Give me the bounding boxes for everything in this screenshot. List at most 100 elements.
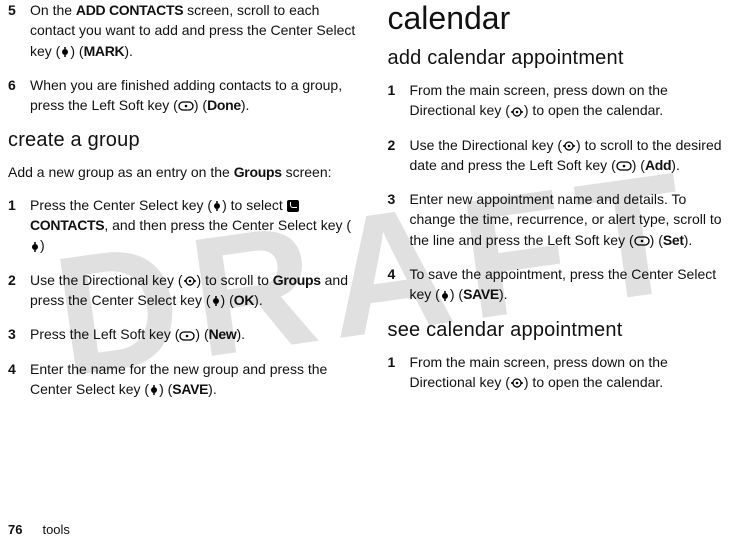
text: screen:	[282, 164, 332, 180]
heading-create-group: create a group	[8, 129, 356, 152]
step-number: 3	[8, 324, 30, 344]
text: Add a new group as an entry on the	[8, 164, 234, 180]
ui-label: New	[209, 326, 237, 342]
center-select-key-icon	[440, 290, 450, 302]
ui-label: Groups	[273, 272, 321, 288]
step-5: 5 On the ADD CONTACTS screen, scroll to …	[8, 0, 356, 61]
directional-key-icon	[510, 106, 524, 118]
page: DRAFT 5 On the ADD CONTACTS screen, scro…	[0, 0, 753, 547]
directional-key-icon	[510, 377, 524, 389]
step-3: 3 Enter new appointment name and details…	[388, 189, 736, 250]
intro-text: Add a new group as an entry on the Group…	[8, 162, 356, 182]
step-number: 4	[8, 359, 30, 400]
text: ) (	[450, 286, 463, 302]
step-6: 6 When you are finished adding contacts …	[8, 75, 356, 116]
ui-label: Groups	[234, 164, 282, 180]
ui-label: OK	[234, 292, 254, 308]
text: ).	[237, 326, 246, 342]
step-2: 2 Use the Directional key ( ) to scroll t…	[8, 270, 356, 311]
soft-key-icon	[178, 101, 194, 111]
step-number: 1	[388, 352, 410, 393]
step-text: From the main screen, press down on the …	[410, 352, 736, 393]
right-column: calendar add calendar appointment 1 From…	[388, 0, 736, 495]
heading-see-appointment: see calendar appointment	[388, 319, 736, 342]
step-1: 1 Press the Center Select key ( ) to sele…	[8, 195, 356, 256]
soft-key-icon	[179, 331, 195, 341]
text: ) (	[70, 43, 83, 59]
directional-key-icon	[562, 140, 576, 152]
contacts-icon	[287, 200, 299, 212]
step-text: Use the Directional key () to scroll to …	[30, 270, 356, 311]
ui-label: Add	[645, 157, 671, 173]
step-text: To save the appointment, press the Cente…	[410, 264, 736, 305]
step-4: 4 To save the appointment, press the Cen…	[388, 264, 736, 305]
ui-label: CONTACTS	[30, 217, 104, 233]
footer-section: tools	[42, 522, 69, 537]
text: Use the Directional key (	[30, 272, 183, 288]
step-text: Use the Directional key () to scroll to …	[410, 135, 736, 176]
step-text: On the ADD CONTACTS screen, scroll to ea…	[30, 0, 356, 61]
step-text: Enter the name for the new group and pre…	[30, 359, 356, 400]
text: ) to open the calendar.	[524, 374, 663, 390]
step-3: 3 Press the Left Soft key ( ) (New).	[8, 324, 356, 344]
heading-add-appointment: add calendar appointment	[388, 47, 736, 70]
text: , and then press the Center Select key (	[104, 217, 351, 233]
ui-label: Done	[207, 97, 241, 113]
step-number: 1	[388, 80, 410, 121]
center-select-key-icon	[149, 384, 159, 396]
page-number: 76	[8, 522, 22, 537]
text: ).	[671, 157, 680, 173]
text: ).	[499, 286, 508, 302]
text: ) (	[195, 326, 208, 342]
ui-label: SAVE	[463, 286, 499, 302]
text: ).	[208, 381, 217, 397]
text: ) (	[632, 157, 645, 173]
footer: 76 tools	[8, 522, 70, 537]
text: On the	[30, 2, 76, 18]
center-select-key-icon	[60, 46, 70, 58]
step-text: When you are finished adding contacts to…	[30, 75, 356, 116]
text: ).	[241, 97, 250, 113]
text: ) to scroll to	[197, 272, 273, 288]
soft-key-icon	[616, 161, 632, 171]
step-number: 1	[8, 195, 30, 256]
step-2: 2 Use the Directional key () to scroll t…	[388, 135, 736, 176]
step-text: Enter new appointment name and details. …	[410, 189, 736, 250]
text: ) (	[159, 381, 172, 397]
text: ) (	[194, 97, 207, 113]
step-number: 4	[388, 264, 410, 305]
ui-label: SAVE	[172, 381, 208, 397]
text: ).	[684, 232, 693, 248]
ui-label: ADD CONTACTS	[76, 2, 183, 18]
step-number: 3	[388, 189, 410, 250]
step-text: Press the Left Soft key ( ) (New).	[30, 324, 356, 344]
text: ).	[124, 43, 133, 59]
step-number: 2	[388, 135, 410, 176]
ui-label: MARK	[84, 43, 125, 59]
text: ) (	[221, 292, 234, 308]
ui-label: Set	[663, 232, 684, 248]
step-1: 1 From the main screen, press down on th…	[388, 352, 736, 393]
center-select-key-icon	[212, 200, 222, 212]
step-number: 5	[8, 0, 30, 61]
heading-calendar: calendar	[388, 0, 736, 37]
step-number: 2	[8, 270, 30, 311]
text: ) to select	[222, 197, 287, 213]
text: ) (	[650, 232, 663, 248]
step-number: 6	[8, 75, 30, 116]
step-text: From the main screen, press down on the …	[410, 80, 736, 121]
text: )	[40, 237, 45, 253]
center-select-key-icon	[211, 295, 221, 307]
text: Press the Left Soft key (	[30, 326, 179, 342]
step-1: 1 From the main screen, press down on th…	[388, 80, 736, 121]
columns: 5 On the ADD CONTACTS screen, scroll to …	[8, 0, 735, 495]
left-column: 5 On the ADD CONTACTS screen, scroll to …	[8, 0, 356, 495]
text: Press the Center Select key (	[30, 197, 212, 213]
step-text: Press the Center Select key ( ) to select…	[30, 195, 356, 256]
step-4: 4 Enter the name for the new group and p…	[8, 359, 356, 400]
soft-key-icon	[634, 236, 650, 246]
center-select-key-icon	[30, 241, 40, 253]
text: ).	[254, 292, 263, 308]
text: Use the Directional key (	[410, 137, 563, 153]
text: ) to open the calendar.	[524, 102, 663, 118]
